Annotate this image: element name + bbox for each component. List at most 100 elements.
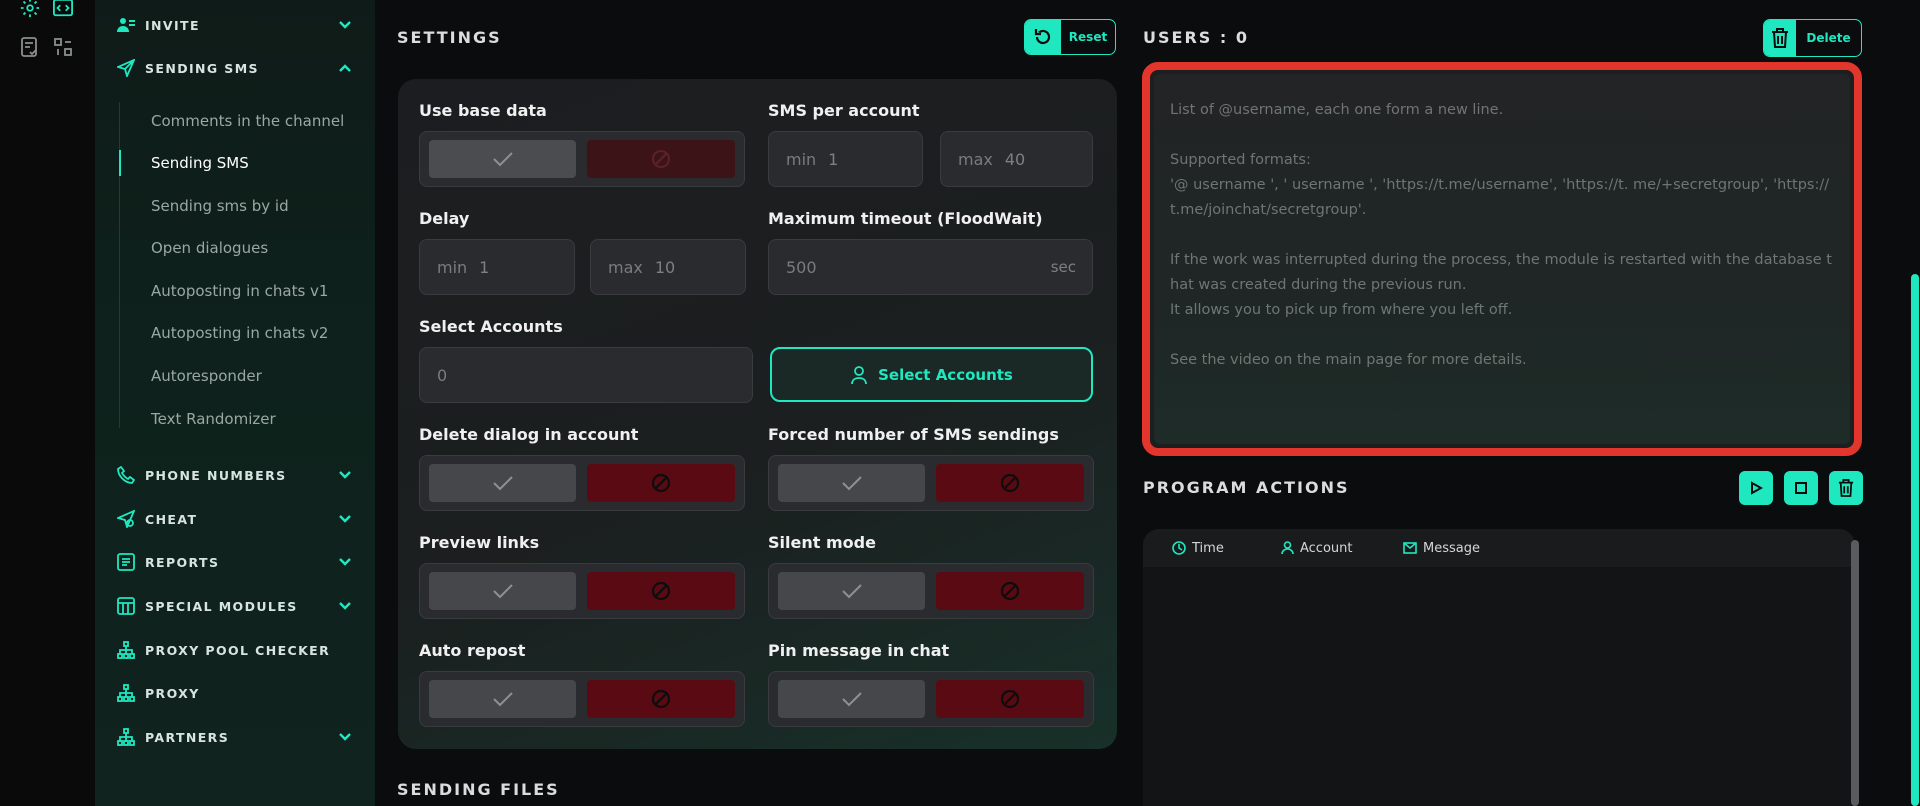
toggle-no-button[interactable] [936,680,1084,718]
report-icon [117,553,135,571]
mail-icon [1403,542,1417,554]
users-title: USERS : 0 [1143,28,1249,47]
check-icon [492,692,513,707]
sidebar-item-comments-in-channel[interactable]: Comments in the channel [136,104,366,138]
users-textarea[interactable]: List of @username, each one form a new l… [1154,74,1850,444]
sidebar-section-invite[interactable]: INVITE [117,13,367,37]
chevron-down-icon [339,515,351,523]
stop-button[interactable] [1784,471,1818,505]
toggle-yes-button[interactable] [778,464,925,502]
sidebar-section-label: REPORTS [145,554,220,570]
column-label: Message [1423,540,1480,556]
use-base-data-label: Use base data [419,101,547,120]
delete-users-button[interactable]: Delete [1763,19,1862,57]
log-scrollbar[interactable] [1851,540,1859,806]
clock-icon [1172,541,1186,555]
user-icon [851,365,868,384]
document-check-icon[interactable] [18,35,42,59]
preview-links-toggle [419,563,745,619]
sms-min-input[interactable]: min 1 [768,131,923,187]
check-icon [492,584,513,599]
sidebar-item-open-dialogues[interactable]: Open dialogues [136,231,366,265]
chevron-down-icon [339,21,351,29]
network-icon [117,684,135,702]
delay-min-input[interactable]: min 1 [419,239,575,295]
toggle-no-button[interactable] [587,572,735,610]
select-accounts-button[interactable]: Select Accounts [770,347,1093,402]
sidebar-item-text-randomizer[interactable]: Text Randomizer [136,402,366,436]
toggle-no-button[interactable] [587,680,735,718]
chevron-up-icon [339,64,351,72]
clear-log-button[interactable] [1829,471,1863,505]
network-icon [117,728,135,746]
sidebar-section-proxy-pool-checker[interactable]: PROXY POOL CHECKER [117,638,367,662]
toggle-no-button[interactable] [587,140,735,178]
select-accounts-button-label: Select Accounts [878,365,1013,384]
sidebar-section-reports[interactable]: REPORTS [117,550,367,574]
sidebar-item-autoposting-v2[interactable]: Autoposting in chats v2 [136,316,366,350]
sidebar-section-label: SPECIAL MODULES [145,598,298,614]
sidebar-section-proxy[interactable]: PROXY [117,681,367,705]
delete-label: Delete [1806,31,1851,45]
toggle-yes-button[interactable] [429,140,576,178]
toggle-yes-button[interactable] [429,680,576,718]
max-prefix: max [958,149,993,169]
toggle-yes-button[interactable] [778,680,925,718]
send-check-icon [117,510,135,528]
delay-min-value: 1 [479,257,490,277]
sidebar-section-sending-sms[interactable]: SENDING SMS [117,56,367,80]
check-icon [841,692,862,707]
sidebar-section-label: SENDING SMS [145,60,259,76]
code-icon[interactable] [51,0,75,20]
ban-icon [652,150,670,168]
sidebar-item-autoresponder[interactable]: Autoresponder [136,359,366,393]
max-prefix: max [608,257,643,277]
reset-button[interactable]: Reset [1024,19,1116,55]
play-button[interactable] [1739,471,1773,505]
sidebar-item-sending-sms[interactable]: Sending SMS [119,146,366,180]
toggle-no-button[interactable] [936,572,1084,610]
sidebar-section-cheat[interactable]: CHEAT [117,507,367,531]
toggle-no-button[interactable] [936,464,1084,502]
max-timeout-input[interactable]: 500 sec [768,239,1093,295]
sidebar-section-partners[interactable]: PARTNERS [117,725,367,749]
toggle-no-button[interactable] [587,464,735,502]
sidebar: INVITE SENDING SMS Comments in the chann… [95,0,375,806]
sidebar-section-special-modules[interactable]: SPECIAL MODULES [117,594,367,618]
pin-message-toggle [768,671,1094,727]
trash-icon [1764,20,1796,56]
silent-mode-label: Silent mode [768,533,876,552]
page-scrollbar[interactable] [1911,274,1919,806]
sidebar-item-autoposting-v1[interactable]: Autoposting in chats v1 [136,274,366,308]
toggle-yes-button[interactable] [429,572,576,610]
column-time[interactable]: Time [1172,541,1224,556]
sending-files-title: SENDING FILES [397,780,560,799]
delay-label: Delay [419,209,470,228]
network-icon [117,641,135,659]
pin-message-label: Pin message in chat [768,641,950,660]
chevron-down-icon [339,602,351,610]
select-accounts-input[interactable]: 0 [419,347,753,403]
auto-repost-label: Auto repost [419,641,526,660]
sidebar-section-label: PROXY POOL CHECKER [145,642,331,658]
sidebar-section-phone-numbers[interactable]: PHONE NUMBERS [117,463,367,487]
sms-max-input[interactable]: max 40 [940,131,1093,187]
trash-icon [1838,479,1854,497]
actions-log-table: Time Account Message [1143,529,1855,806]
sidebar-section-label: PHONE NUMBERS [145,467,287,483]
app-window: INVITE SENDING SMS Comments in the chann… [0,0,1920,806]
settings-gear-icon[interactable] [18,0,42,20]
sms-max-value: 40 [1004,149,1026,169]
column-message[interactable]: Message [1403,541,1480,556]
column-account[interactable]: Account [1281,541,1353,556]
sidebar-item-sending-sms-by-id[interactable]: Sending sms by id [136,189,366,223]
icon-bar [0,0,95,806]
toggle-yes-button[interactable] [778,572,925,610]
delay-max-input[interactable]: max 10 [590,239,746,295]
layout-icon[interactable] [51,35,75,59]
stop-icon [1795,482,1807,494]
sidebar-section-label: CHEAT [145,511,198,527]
delete-dialog-toggle [419,455,745,511]
max-timeout-value: 500 [786,257,817,277]
toggle-yes-button[interactable] [429,464,576,502]
